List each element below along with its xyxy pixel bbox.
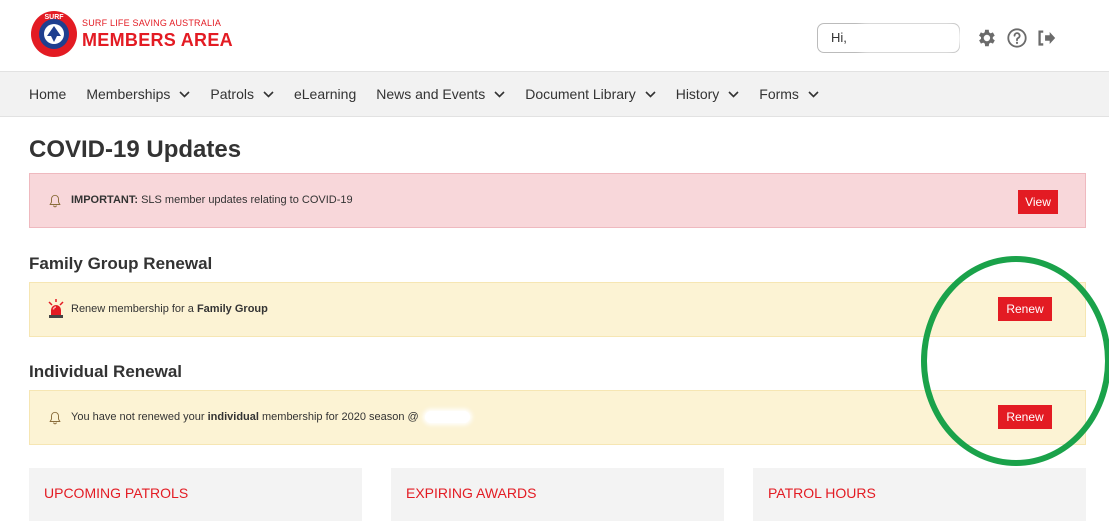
nav-item-memberships[interactable]: Memberships bbox=[86, 86, 190, 102]
chevron-down-icon bbox=[263, 90, 274, 98]
page-title: COVID-19 Updates bbox=[29, 136, 242, 163]
patrol-hours-card: PATROL HOURS bbox=[753, 468, 1086, 521]
nav-item-history[interactable]: History bbox=[676, 86, 740, 102]
family-text-pre: Renew membership for a bbox=[71, 303, 197, 315]
nav-item-news-and-events[interactable]: News and Events bbox=[376, 86, 505, 102]
redacted-club-name bbox=[424, 411, 470, 424]
redacted-username bbox=[858, 28, 958, 48]
covid-alert-text: IMPORTANT: SLS member updates relating t… bbox=[71, 194, 353, 206]
covid-alert-strong: IMPORTANT: bbox=[71, 194, 139, 206]
card-title[interactable]: UPCOMING PATROLS bbox=[44, 485, 188, 501]
surf-life-saving-logo[interactable]: SURF bbox=[30, 10, 78, 58]
covid-alert: IMPORTANT: SLS member updates relating t… bbox=[29, 173, 1086, 228]
bell-icon bbox=[49, 411, 61, 425]
brand-subtitle: SURF LIFE SAVING AUSTRALIA bbox=[82, 18, 222, 28]
chevron-down-icon bbox=[179, 90, 190, 98]
individual-renewal-heading: Individual Renewal bbox=[29, 362, 183, 381]
brand-title: MEMBERS AREA bbox=[82, 30, 233, 50]
card-title[interactable]: PATROL HOURS bbox=[768, 485, 876, 501]
help-icon[interactable] bbox=[1006, 27, 1028, 49]
nav-item-label: Patrols bbox=[210, 86, 254, 102]
individual-renewal-text: You have not renewed your individual mem… bbox=[71, 411, 470, 424]
chevron-down-icon bbox=[728, 90, 739, 98]
nav-item-label: History bbox=[675, 86, 720, 102]
nav-item-home[interactable]: Home bbox=[29, 86, 66, 102]
chevron-down-icon bbox=[494, 90, 505, 98]
svg-text:SURF: SURF bbox=[44, 14, 64, 21]
nav-item-forms[interactable]: Forms bbox=[759, 86, 819, 102]
chevron-down-icon bbox=[645, 90, 656, 98]
nav-item-label: Forms bbox=[759, 86, 799, 102]
nav-item-label: eLearning bbox=[293, 86, 357, 102]
individual-text-strong: individual bbox=[207, 411, 259, 423]
site-header: SURF SURF LIFE SAVING AUSTRALIA MEMBERS … bbox=[0, 0, 1109, 70]
nav-item-label: News and Events bbox=[376, 86, 486, 102]
nav-item-label: Memberships bbox=[86, 86, 171, 102]
nav-item-elearning[interactable]: eLearning bbox=[294, 86, 356, 102]
expiring-awards-card: EXPIRING AWARDS bbox=[391, 468, 724, 521]
logout-icon[interactable] bbox=[1035, 27, 1057, 49]
nav-item-patrols[interactable]: Patrols bbox=[210, 86, 274, 102]
brand-text[interactable]: SURF LIFE SAVING AUSTRALIA MEMBERS AREA bbox=[82, 18, 233, 51]
gear-icon[interactable] bbox=[975, 27, 997, 49]
family-renewal-heading: Family Group Renewal bbox=[29, 254, 213, 273]
family-renewal-alert: Renew membership for a Family Group Rene… bbox=[29, 282, 1086, 337]
view-button[interactable]: View bbox=[1018, 190, 1058, 214]
card-title[interactable]: EXPIRING AWARDS bbox=[406, 485, 536, 501]
nav-item-document-library[interactable]: Document Library bbox=[525, 86, 656, 102]
user-greeting[interactable]: Hi, bbox=[817, 23, 960, 53]
nav-item-label: Home bbox=[29, 86, 67, 102]
greeting-text: Hi, bbox=[831, 30, 847, 45]
chevron-down-icon bbox=[808, 90, 819, 98]
individual-text-post: membership for 2020 season @ bbox=[258, 411, 419, 423]
family-text-strong: Family Group bbox=[196, 303, 268, 315]
nav-list: Home Memberships Patrols eLearning News and … bbox=[0, 72, 1109, 116]
family-renewal-text: Renew membership for a Family Group bbox=[71, 303, 268, 315]
upcoming-patrols-card: UPCOMING PATROLS bbox=[29, 468, 362, 521]
main-nav: Home Memberships Patrols eLearning News and … bbox=[0, 71, 1109, 117]
individual-renew-button[interactable]: Renew bbox=[998, 405, 1052, 429]
individual-renewal-alert: You have not renewed your individual mem… bbox=[29, 390, 1086, 445]
family-renew-button[interactable]: Renew bbox=[998, 297, 1052, 321]
nav-item-label: Document Library bbox=[525, 86, 636, 102]
individual-text-pre: You have not renewed your bbox=[71, 411, 208, 423]
siren-icon bbox=[48, 299, 64, 318]
bell-icon bbox=[49, 194, 61, 208]
covid-alert-message: SLS member updates relating to COVID-19 bbox=[138, 194, 353, 206]
